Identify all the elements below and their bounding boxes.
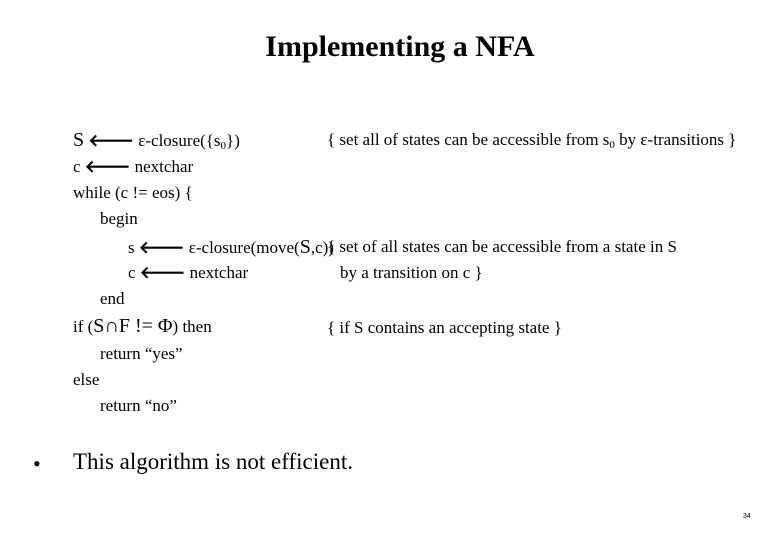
code-line-10: else xyxy=(73,370,100,389)
code-line-6: c 🡐 nextchar xyxy=(128,263,249,282)
left-arrow-icon: 🡐 xyxy=(88,131,134,150)
comment-line-8: { if S contains an accepting state } xyxy=(327,318,562,337)
bullet-icon: • xyxy=(33,451,41,476)
left-arrow-icon: 🡐 xyxy=(139,263,186,282)
code-line-8: if (S∩F != Φ) then xyxy=(73,315,212,337)
left-arrow-icon: 🡐 xyxy=(84,157,131,176)
code-line-3: while (c != eos) { xyxy=(73,183,193,202)
page-number: 34 xyxy=(743,513,751,520)
code-line-5: s 🡐 ε-closure(move(S,c)) xyxy=(128,236,334,258)
comment-line-1: { set all of states can be accessible fr… xyxy=(327,130,737,151)
comment-line-6: by a transition on c } xyxy=(340,263,483,282)
bullet-text: This algorithm is not efficient. xyxy=(73,449,353,474)
state-var-S: S xyxy=(73,129,85,151)
comment-line-5: { set of all states can be accessible fr… xyxy=(327,237,677,256)
left-arrow-icon: 🡐 xyxy=(138,238,185,257)
code-line-4: begin xyxy=(100,209,138,228)
code-line-1: S 🡐 ε-closure({s0}) xyxy=(73,129,240,152)
code-line-2: c 🡐 nextchar xyxy=(73,157,194,176)
code-line-9: return “yes” xyxy=(100,344,183,363)
code-line-7: end xyxy=(100,289,125,308)
slide-title: Implementing a NFA xyxy=(265,30,535,63)
code-line-11: return “no” xyxy=(100,396,177,415)
